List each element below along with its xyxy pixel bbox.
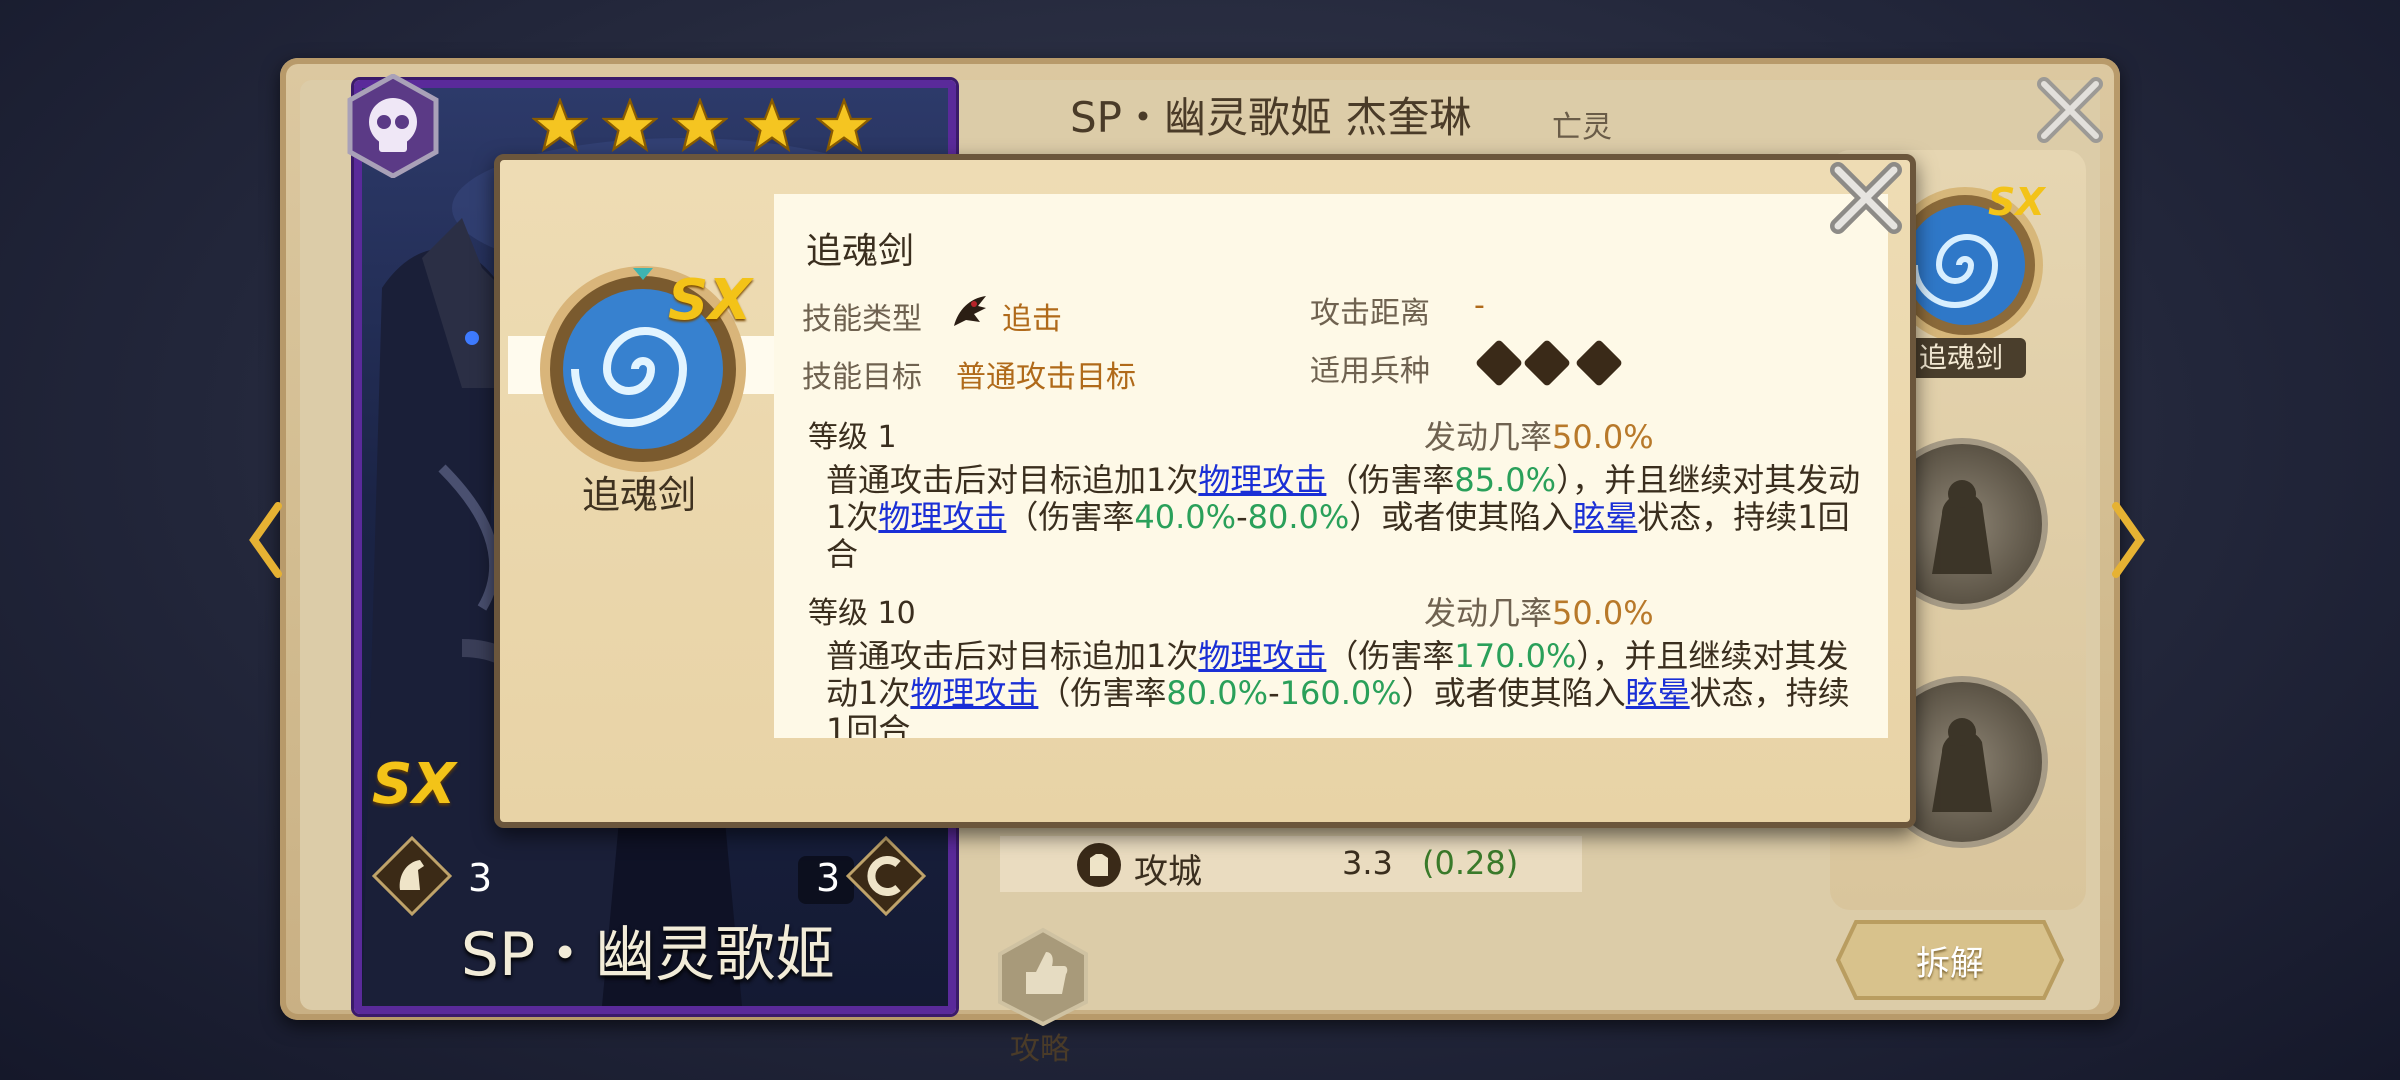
dismantle-label: 拆解: [1916, 944, 1984, 984]
undead-faction-icon: [347, 74, 439, 178]
skill-type-label: 技能类型: [802, 302, 922, 337]
close-icon[interactable]: [2034, 74, 2106, 146]
siege-icon: [1077, 843, 1121, 887]
troop-type-label: 适用兵种: [1310, 354, 1430, 389]
level-10-clip: 等级 10 发动几率50.0% 普通攻击后对目标追加1次物理攻击（伤害率170.…: [774, 580, 1888, 738]
physical-attack-link[interactable]: 物理攻击: [1198, 637, 1326, 675]
star-icon: [532, 98, 588, 153]
previous-hero-arrow-icon[interactable]: [248, 500, 284, 580]
left-count: 3: [468, 856, 493, 900]
skill-target-label: 技能目标: [802, 360, 922, 395]
cavalry-icon: [372, 836, 452, 916]
level-1-rate: 发动几率50.0%: [1424, 418, 1654, 456]
grade-c-icon: [846, 836, 926, 916]
dismantle-button[interactable]: 拆解: [1834, 918, 2066, 1002]
level-1-description: 普通攻击后对目标追加1次物理攻击（伤害率85.0%），并且继续对其发动1次物理攻…: [826, 461, 1861, 573]
level-10-label: 等级 10: [808, 596, 916, 631]
pursuit-icon: [954, 296, 986, 326]
skill-target-value: 普通攻击目标: [956, 360, 1136, 395]
skill-grade-badge: SX: [668, 268, 752, 333]
stun-link[interactable]: 眩晕: [1626, 674, 1690, 712]
siege-growth: (0.28): [1422, 844, 1519, 882]
skill-type-value: 追击: [1002, 302, 1062, 337]
siege-label: 攻城: [1134, 852, 1202, 892]
star-icon: [672, 98, 728, 153]
physical-attack-link[interactable]: 物理攻击: [878, 498, 1006, 536]
star-icon: [602, 98, 658, 153]
guide-thumbs-up-icon[interactable]: [996, 926, 1090, 1026]
close-icon[interactable]: [1826, 158, 1906, 238]
siege-value: 3.3: [1342, 844, 1393, 882]
level-10-rate: 发动几率50.0%: [1424, 594, 1654, 632]
star-icon: [816, 98, 872, 153]
star-icon: [744, 98, 800, 153]
stat-row-siege: 攻城 3.3 (0.28): [1000, 836, 1582, 892]
skill-name: 追魂剑: [806, 231, 915, 272]
card-grade-badge: SX: [372, 752, 456, 817]
level-1-label: 等级 1: [808, 420, 897, 455]
hero-title: SP・幽灵歌姬 杰奎琳: [1070, 93, 1472, 142]
guide-label[interactable]: 攻略: [1010, 1024, 1070, 1068]
level-10-description: 普通攻击后对目标追加1次物理攻击（伤害率170.0%），并且继续对其发动1次物理…: [826, 637, 1850, 739]
right-count: 3: [816, 856, 841, 900]
hero-faction: 亡灵: [1552, 110, 1612, 145]
physical-attack-link[interactable]: 物理攻击: [910, 674, 1038, 712]
card-hero-name: SP・幽灵歌姬: [460, 920, 836, 990]
stun-link[interactable]: 眩晕: [1573, 498, 1637, 536]
skill-icon-label: 追魂剑: [582, 473, 697, 517]
attack-range-value: -: [1474, 288, 1485, 323]
physical-attack-link[interactable]: 物理攻击: [1198, 461, 1326, 499]
attack-range-label: 攻击距离: [1310, 296, 1430, 331]
skill-slot-grade: SX: [1988, 180, 2045, 224]
next-hero-arrow-icon[interactable]: [2110, 500, 2146, 580]
